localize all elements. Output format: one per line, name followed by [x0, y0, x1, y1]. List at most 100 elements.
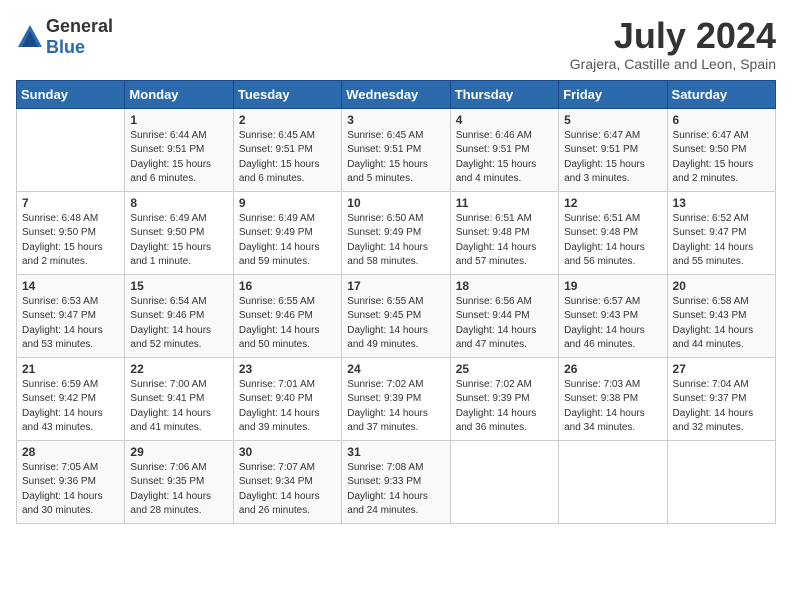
day-number: 14: [22, 279, 119, 293]
day-number: 25: [456, 362, 553, 376]
day-number: 26: [564, 362, 661, 376]
day-number: 20: [673, 279, 770, 293]
calendar-cell: 11 Sunrise: 6:51 AM Sunset: 9:48 PM Dayli…: [450, 191, 558, 274]
calendar-cell: 24Sunrise: 7:02 AM Sunset: 9:39 PM Dayli…: [342, 357, 450, 440]
day-number: 3: [347, 113, 444, 127]
calendar-cell: [667, 440, 775, 523]
day-info: Sunrise: 6:59 AM Sunset: 9:42 PM Dayligh…: [22, 378, 119, 436]
location: Grajera, Castille and Leon, Spain: [570, 56, 776, 72]
day-number: 7: [22, 196, 119, 210]
column-header-monday: Monday: [125, 80, 233, 108]
day-info: Sunrise: 7:08 AM Sunset: 9:33 PM Dayligh…: [347, 461, 444, 519]
week-row-1: 1 Sunrise: 6:44 AM Sunset: 9:51 PM Daylig…: [17, 108, 776, 191]
week-row-5: 28 Sunrise: 7:05 AM Sunset: 9:36 PM Dayli…: [17, 440, 776, 523]
day-number: 12: [564, 196, 661, 210]
day-info: Sunrise: 6:57 AM Sunset: 9:43 PM Dayligh…: [564, 295, 661, 353]
week-row-3: 14 Sunrise: 6:53 AM Sunset: 9:47 PM Dayli…: [17, 274, 776, 357]
day-info: Sunrise: 7:06 AM Sunset: 9:35 PM Dayligh…: [130, 461, 227, 519]
day-number: 13: [673, 196, 770, 210]
calendar-table: SundayMondayTuesdayWednesdayThursdayFrid…: [16, 80, 776, 524]
day-info: Sunrise: 6:49 AM Sunset: 9:49 PM Dayligh…: [239, 212, 336, 270]
day-number: 18: [456, 279, 553, 293]
day-number: 6: [673, 113, 770, 127]
day-number: 1: [130, 113, 227, 127]
column-header-saturday: Saturday: [667, 80, 775, 108]
day-number: 21: [22, 362, 119, 376]
calendar-cell: 27 Sunrise: 7:04 AM Sunset: 9:37 PM Dayli…: [667, 357, 775, 440]
calendar-cell: 3 Sunrise: 6:45 AM Sunset: 9:51 PM Daylig…: [342, 108, 450, 191]
day-number: 23: [239, 362, 336, 376]
day-number: 9: [239, 196, 336, 210]
day-number: 8: [130, 196, 227, 210]
calendar-cell: 4 Sunrise: 6:46 AM Sunset: 9:51 PM Daylig…: [450, 108, 558, 191]
calendar-cell: 23Sunrise: 7:01 AM Sunset: 9:40 PM Dayli…: [233, 357, 341, 440]
day-info: Sunrise: 6:46 AM Sunset: 9:51 PM Dayligh…: [456, 129, 553, 187]
calendar-cell: 2 Sunrise: 6:45 AM Sunset: 9:51 PM Daylig…: [233, 108, 341, 191]
day-number: 28: [22, 445, 119, 459]
day-number: 11: [456, 196, 553, 210]
day-info: Sunrise: 7:07 AM Sunset: 9:34 PM Dayligh…: [239, 461, 336, 519]
day-info: Sunrise: 6:50 AM Sunset: 9:49 PM Dayligh…: [347, 212, 444, 270]
column-header-wednesday: Wednesday: [342, 80, 450, 108]
calendar-cell: 29Sunrise: 7:06 AM Sunset: 9:35 PM Dayli…: [125, 440, 233, 523]
day-info: Sunrise: 6:45 AM Sunset: 9:51 PM Dayligh…: [347, 129, 444, 187]
day-number: 16: [239, 279, 336, 293]
calendar-cell: 26 Sunrise: 7:03 AM Sunset: 9:38 PM Dayli…: [559, 357, 667, 440]
day-number: 15: [130, 279, 227, 293]
calendar-cell: 12 Sunrise: 6:51 AM Sunset: 9:48 PM Dayli…: [559, 191, 667, 274]
calendar-cell: 20 Sunrise: 6:58 AM Sunset: 9:43 PM Dayli…: [667, 274, 775, 357]
day-info: Sunrise: 6:45 AM Sunset: 9:51 PM Dayligh…: [239, 129, 336, 187]
calendar-cell: 17 Sunrise: 6:55 AM Sunset: 9:45 PM Dayli…: [342, 274, 450, 357]
day-number: 17: [347, 279, 444, 293]
month-year: July 2024: [570, 16, 776, 56]
calendar-cell: [17, 108, 125, 191]
day-info: Sunrise: 6:53 AM Sunset: 9:47 PM Dayligh…: [22, 295, 119, 353]
day-info: Sunrise: 7:00 AM Sunset: 9:41 PM Dayligh…: [130, 378, 227, 436]
logo-icon: [16, 23, 44, 51]
calendar-cell: 15 Sunrise: 6:54 AM Sunset: 9:46 PM Dayli…: [125, 274, 233, 357]
day-info: Sunrise: 6:49 AM Sunset: 9:50 PM Dayligh…: [130, 212, 227, 270]
calendar-cell: 7 Sunrise: 6:48 AM Sunset: 9:50 PM Daylig…: [17, 191, 125, 274]
calendar-cell: 19 Sunrise: 6:57 AM Sunset: 9:43 PM Dayli…: [559, 274, 667, 357]
calendar-cell: 13Sunrise: 6:52 AM Sunset: 9:47 PM Dayli…: [667, 191, 775, 274]
calendar-cell: [559, 440, 667, 523]
day-info: Sunrise: 6:48 AM Sunset: 9:50 PM Dayligh…: [22, 212, 119, 270]
calendar-cell: 28 Sunrise: 7:05 AM Sunset: 9:36 PM Dayli…: [17, 440, 125, 523]
day-info: Sunrise: 6:51 AM Sunset: 9:48 PM Dayligh…: [564, 212, 661, 270]
calendar-cell: 8 Sunrise: 6:49 AM Sunset: 9:50 PM Daylig…: [125, 191, 233, 274]
week-row-2: 7 Sunrise: 6:48 AM Sunset: 9:50 PM Daylig…: [17, 191, 776, 274]
day-info: Sunrise: 7:03 AM Sunset: 9:38 PM Dayligh…: [564, 378, 661, 436]
calendar-cell: 31Sunrise: 7:08 AM Sunset: 9:33 PM Dayli…: [342, 440, 450, 523]
day-info: Sunrise: 6:47 AM Sunset: 9:51 PM Dayligh…: [564, 129, 661, 187]
calendar-cell: 9 Sunrise: 6:49 AM Sunset: 9:49 PM Daylig…: [233, 191, 341, 274]
day-info: Sunrise: 6:56 AM Sunset: 9:44 PM Dayligh…: [456, 295, 553, 353]
day-info: Sunrise: 7:02 AM Sunset: 9:39 PM Dayligh…: [456, 378, 553, 436]
calendar-cell: 25 Sunrise: 7:02 AM Sunset: 9:39 PM Dayli…: [450, 357, 558, 440]
calendar-cell: [450, 440, 558, 523]
logo-blue: Blue: [46, 37, 85, 57]
day-number: 19: [564, 279, 661, 293]
calendar-cell: 10Sunrise: 6:50 AM Sunset: 9:49 PM Dayli…: [342, 191, 450, 274]
day-number: 4: [456, 113, 553, 127]
calendar-cell: 14 Sunrise: 6:53 AM Sunset: 9:47 PM Dayli…: [17, 274, 125, 357]
title-block: July 2024 Grajera, Castille and Leon, Sp…: [570, 16, 776, 72]
day-info: Sunrise: 6:51 AM Sunset: 9:48 PM Dayligh…: [456, 212, 553, 270]
day-number: 27: [673, 362, 770, 376]
day-info: Sunrise: 6:55 AM Sunset: 9:45 PM Dayligh…: [347, 295, 444, 353]
column-header-sunday: Sunday: [17, 80, 125, 108]
day-number: 30: [239, 445, 336, 459]
calendar-cell: 22Sunrise: 7:00 AM Sunset: 9:41 PM Dayli…: [125, 357, 233, 440]
day-info: Sunrise: 6:58 AM Sunset: 9:43 PM Dayligh…: [673, 295, 770, 353]
day-info: Sunrise: 6:44 AM Sunset: 9:51 PM Dayligh…: [130, 129, 227, 187]
calendar-cell: 1 Sunrise: 6:44 AM Sunset: 9:51 PM Daylig…: [125, 108, 233, 191]
calendar-cell: 16Sunrise: 6:55 AM Sunset: 9:46 PM Dayli…: [233, 274, 341, 357]
day-info: Sunrise: 6:47 AM Sunset: 9:50 PM Dayligh…: [673, 129, 770, 187]
day-number: 2: [239, 113, 336, 127]
day-info: Sunrise: 7:05 AM Sunset: 9:36 PM Dayligh…: [22, 461, 119, 519]
day-info: Sunrise: 6:54 AM Sunset: 9:46 PM Dayligh…: [130, 295, 227, 353]
day-info: Sunrise: 7:04 AM Sunset: 9:37 PM Dayligh…: [673, 378, 770, 436]
day-number: 24: [347, 362, 444, 376]
column-header-tuesday: Tuesday: [233, 80, 341, 108]
page-header: General Blue July 2024 Grajera, Castille…: [16, 16, 776, 72]
calendar-cell: 6 Sunrise: 6:47 AM Sunset: 9:50 PM Daylig…: [667, 108, 775, 191]
